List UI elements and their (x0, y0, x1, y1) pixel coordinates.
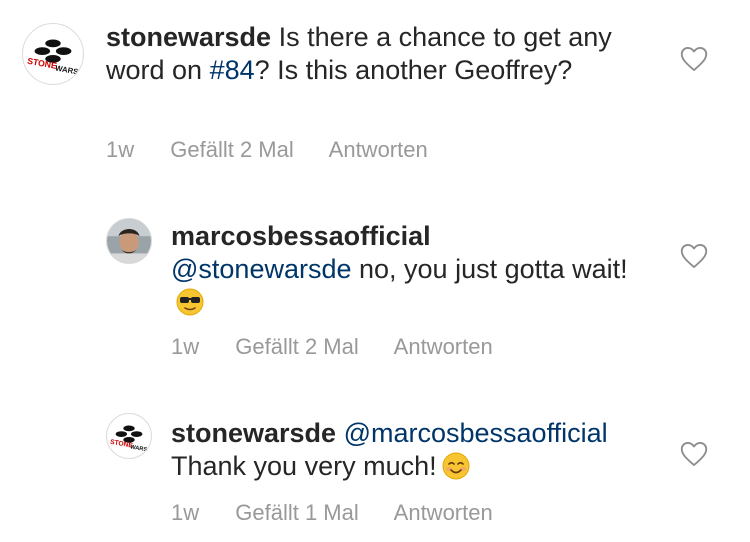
comment-username[interactable]: marcosbessaofficial (171, 221, 431, 251)
likes-count[interactable]: Gefällt 2 Mal (235, 334, 359, 359)
smiling-emoji-icon (441, 451, 471, 489)
reply-button[interactable]: Antworten (394, 334, 493, 359)
mention-link[interactable]: @stonewarsde (171, 254, 352, 284)
sunglasses-emoji-icon (175, 287, 205, 325)
heart-icon[interactable] (680, 243, 708, 269)
comment-time: 1w (171, 334, 200, 359)
heart-icon[interactable] (680, 441, 708, 467)
comment-reply-item: STONE WARS stonewarsde @marcosbessaoffic… (0, 0, 750, 525)
stonewars-logo-icon: STONE WARS (110, 425, 148, 453)
profile-photo-icon (107, 219, 151, 263)
svg-text:WARS: WARS (130, 444, 148, 453)
comment-meta: 1w Gefällt 2 Mal Antworten (171, 334, 523, 360)
comment-body: no, you just gotta wait! (351, 254, 628, 284)
likes-count[interactable]: Gefällt 1 Mal (235, 500, 359, 525)
reply-button[interactable]: Antworten (394, 500, 493, 525)
avatar[interactable] (106, 218, 152, 264)
comment-body: Thank you very much! (171, 451, 437, 481)
mention-link[interactable]: @marcosbessaofficial (344, 418, 608, 448)
comment-username[interactable]: stonewarsde (171, 418, 336, 448)
comment-meta: 1w Gefällt 1 Mal Antworten (171, 500, 523, 526)
avatar[interactable]: STONE WARS (106, 413, 152, 459)
comment-text: marcosbessaofficial @stonewarsde no, you… (171, 220, 651, 325)
comment-time: 1w (171, 500, 200, 525)
comment-text: stonewarsde @marcosbessaofficial Thank y… (171, 417, 651, 489)
